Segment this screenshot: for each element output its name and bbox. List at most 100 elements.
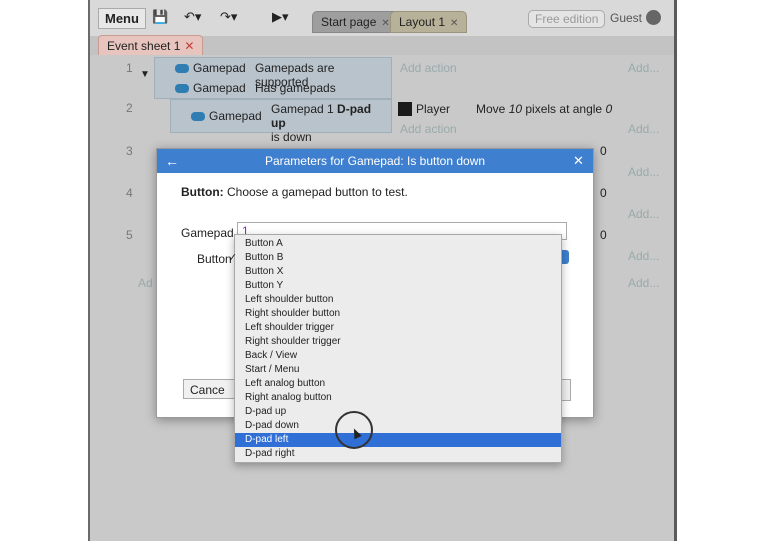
dropdown-option[interactable]: D-pad down xyxy=(235,419,561,433)
dialog-description: Button: Choose a gamepad button to test. xyxy=(181,185,408,199)
action-text-mid: pixels at angle xyxy=(522,102,606,116)
checkmark-icon: ✓ xyxy=(228,252,238,264)
dropdown-option[interactable]: D-pad right xyxy=(235,447,561,461)
undo-icon[interactable]: ↶▾ xyxy=(184,9,201,25)
condition-text: Gamepad 1 D-pad up is down xyxy=(271,102,389,144)
dropdown-option[interactable]: Button X xyxy=(235,265,561,279)
action-angle: 0 xyxy=(605,102,613,116)
user-name[interactable]: Guest xyxy=(610,11,642,25)
event-number: 5 xyxy=(126,228,133,242)
event-number: 2 xyxy=(126,101,133,115)
dropdown-option[interactable]: Left analog button xyxy=(235,377,561,391)
tab-start-page[interactable]: Start page ✕ xyxy=(312,11,399,33)
action-value: 0 xyxy=(600,186,607,200)
dropdown-option[interactable]: Back / View xyxy=(235,349,561,363)
condition-object: Gamepad xyxy=(175,81,246,95)
dropdown-option-label: Right shoulder trigger xyxy=(245,336,341,347)
action-text-prefix: Move xyxy=(476,102,509,116)
dropdown-option[interactable]: Right analog button xyxy=(235,391,561,405)
dropdown-option-label: Right analog button xyxy=(245,392,332,403)
dropdown-option[interactable]: Start / Menu xyxy=(235,363,561,377)
gamepad-icon xyxy=(175,84,189,94)
add-more-link[interactable]: Add... xyxy=(628,122,659,136)
preview-play-icon[interactable]: ▶▾ xyxy=(272,9,289,25)
tab-event-sheet-label: Event sheet 1 xyxy=(107,39,181,53)
dropdown-option[interactable]: Left shoulder button xyxy=(235,293,561,307)
dropdown-option[interactable]: Left shoulder trigger xyxy=(235,321,561,335)
action-object[interactable]: Player xyxy=(416,102,450,116)
collapse-triangle-icon[interactable]: ▼ xyxy=(140,69,150,80)
dropdown-option[interactable]: Button Y xyxy=(235,279,561,293)
close-icon[interactable]: ✕ xyxy=(450,18,458,29)
add-action-link[interactable]: Add action xyxy=(400,61,457,75)
dropdown-option-label: Left shoulder button xyxy=(245,294,334,305)
add-event-link[interactable]: Ad xyxy=(138,276,153,290)
menu-button[interactable]: Menu xyxy=(98,8,146,29)
condition-object: Gamepad xyxy=(175,61,246,75)
dialog-description-bold: Button: xyxy=(181,185,224,199)
dropdown-option-label: Button X xyxy=(245,266,284,277)
player-object-icon xyxy=(398,102,412,116)
tab-layout-1[interactable]: Layout 1 ✕ xyxy=(390,11,468,33)
dropdown-option-label: D-pad right xyxy=(245,448,295,459)
action-value: 0 xyxy=(600,144,607,158)
dropdown-option[interactable]: Button A xyxy=(235,237,561,251)
dropdown-option-label: Button B xyxy=(245,252,284,263)
gamepad-icon xyxy=(175,64,189,74)
action-text[interactable]: Move 10 pixels at angle 0 xyxy=(476,102,612,116)
dropdown-option-label: Button A xyxy=(245,238,283,249)
tab-start-page-label: Start page xyxy=(321,15,377,29)
free-edition-badge[interactable]: Free edition xyxy=(528,10,606,28)
close-icon[interactable]: ✕ xyxy=(573,149,584,173)
gamepad-label: Gamepad xyxy=(181,226,234,240)
add-more-link[interactable]: Add... xyxy=(628,207,659,221)
close-icon[interactable]: ✕ xyxy=(381,18,389,29)
dropdown-option-highlighted[interactable]: D-pad left xyxy=(235,433,561,447)
action-number: 10 xyxy=(508,102,523,116)
dropdown-option-label: Back / View xyxy=(245,350,298,361)
event-number: 4 xyxy=(126,186,133,200)
window-right-edge xyxy=(674,0,677,541)
add-more-link[interactable]: Add... xyxy=(628,61,659,75)
redo-icon[interactable]: ↷▾ xyxy=(220,9,237,25)
dropdown-option[interactable]: Right shoulder button xyxy=(235,307,561,321)
dropdown-option[interactable]: D-pad up xyxy=(235,405,561,419)
condition-object-name: Gamepad xyxy=(193,61,246,75)
action-value: 0 xyxy=(600,228,607,242)
dropdown-option-label: Left analog button xyxy=(245,378,326,389)
dropdown-option-label: Left shoulder trigger xyxy=(245,322,334,333)
dropdown-option-label: Button Y xyxy=(245,280,284,291)
dropdown-option-label: Start / Menu xyxy=(245,364,300,375)
event-number: 1 xyxy=(126,61,133,75)
condition-text: Has gamepads xyxy=(255,81,336,95)
condition-object-name: Gamepad xyxy=(209,109,262,123)
dropdown-option[interactable]: ✓ Button B xyxy=(228,251,561,265)
save-icon[interactable]: 💾 xyxy=(152,9,168,25)
add-more-link[interactable]: Add... xyxy=(628,276,659,290)
dialog-description-text: Choose a gamepad button to test. xyxy=(223,185,408,199)
event-1-conditions[interactable]: Gamepad Gamepads are supported Gamepad H… xyxy=(154,57,392,99)
event-2-conditions[interactable]: Gamepad Gamepad 1 D-pad up is down xyxy=(170,99,392,144)
back-arrow-icon[interactable]: ← xyxy=(165,149,179,173)
add-more-link[interactable]: Add... xyxy=(628,165,659,179)
dropdown-option-label: Right shoulder button xyxy=(245,308,341,319)
condition-object-name: Gamepad xyxy=(193,81,246,95)
dropdown-option[interactable]: Right shoulder trigger xyxy=(235,335,561,349)
button-label: Button xyxy=(197,252,232,266)
condition-object: Gamepad xyxy=(191,109,262,123)
event-number: 3 xyxy=(126,144,133,158)
dropdown-option-label: D-pad left xyxy=(245,434,289,445)
condition-text-prefix: Gamepad 1 xyxy=(271,102,338,116)
app-window: Menu 💾 ↶▾ ↷▾ ▶▾ Start page ✕ Layout 1 ✕ Fr… xyxy=(90,0,674,541)
tab-layout-1-label: Layout 1 xyxy=(399,15,446,29)
close-icon[interactable]: ✕ xyxy=(184,39,194,53)
user-avatar-icon[interactable] xyxy=(646,10,661,25)
dialog-title: Parameters for Gamepad: Is button down xyxy=(157,149,593,173)
dropdown-option-label: D-pad down xyxy=(245,420,299,431)
dropdown-option-label: D-pad up xyxy=(245,406,287,417)
toolbar: Menu 💾 ↶▾ ↷▾ ▶▾ Start page ✕ Layout 1 ✕ Fr… xyxy=(90,0,674,36)
add-action-link[interactable]: Add action xyxy=(400,122,457,136)
add-more-link[interactable]: Add... xyxy=(628,249,659,263)
condition-text-suffix: is down xyxy=(271,130,312,144)
tab-event-sheet-1[interactable]: Event sheet 1 ✕ xyxy=(98,35,204,57)
